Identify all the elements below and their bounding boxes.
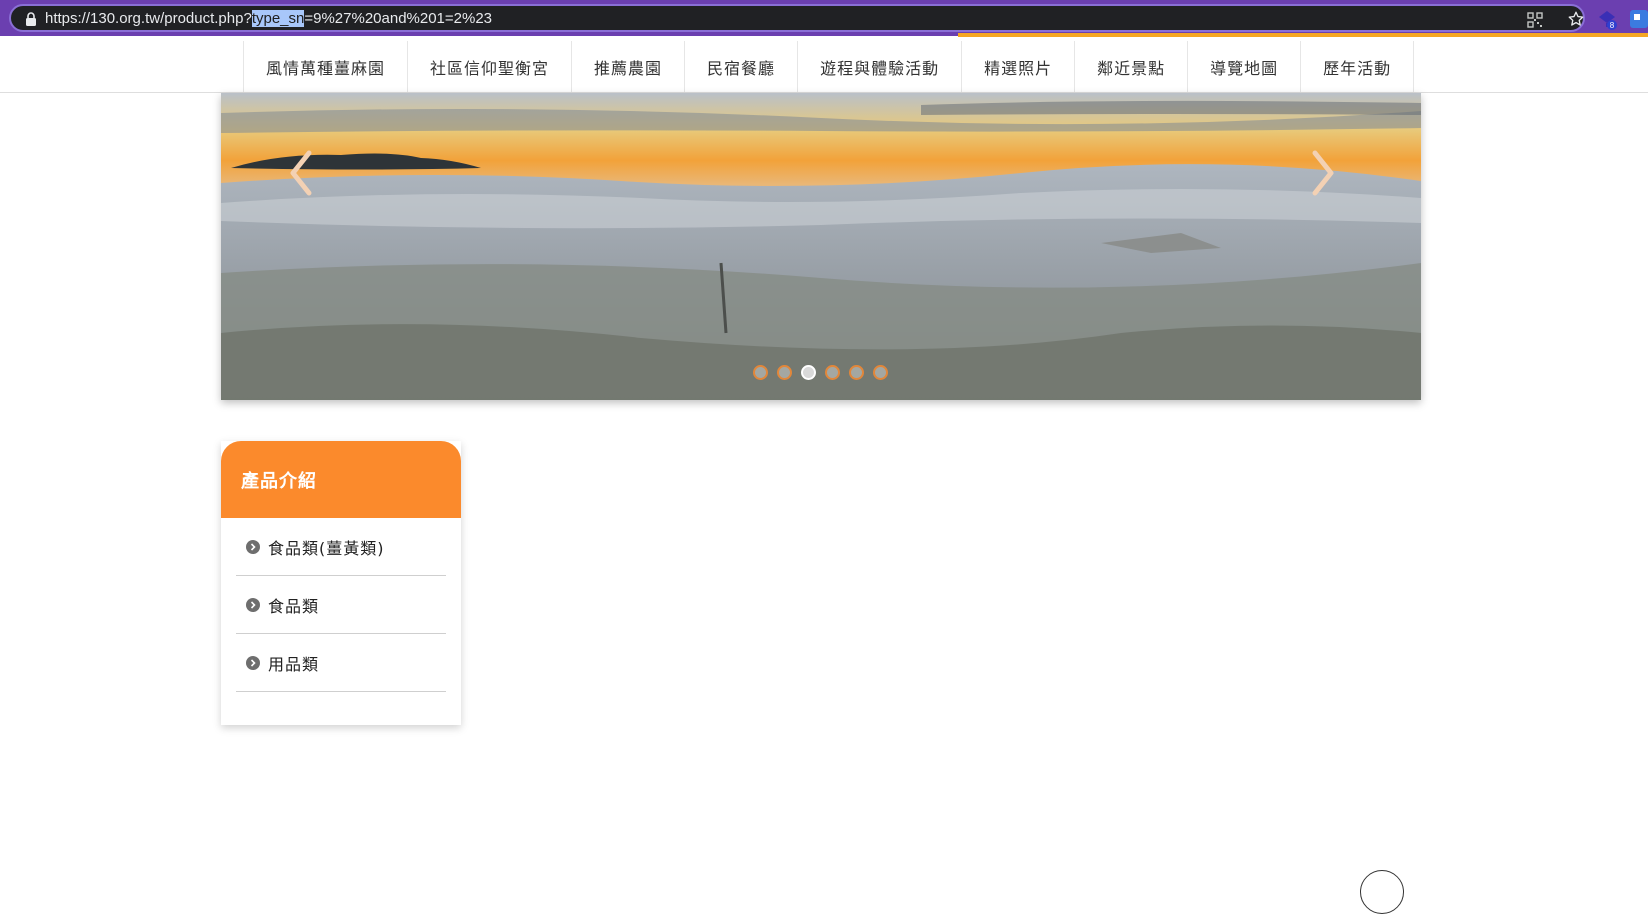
carousel-indicators: [753, 365, 888, 380]
carousel-dot[interactable]: [825, 365, 840, 380]
carousel-prev-button[interactable]: [281, 143, 321, 203]
chevron-circle-icon: [246, 597, 260, 612]
category-item-food[interactable]: 食品類: [236, 576, 446, 634]
category-label: 食品類: [268, 596, 320, 616]
category-label: 食品類(薑黃類): [268, 538, 385, 558]
nav-item-tours[interactable]: 遊程與體驗活動: [798, 41, 963, 92]
nav-item-farms[interactable]: 推薦農園: [572, 41, 686, 92]
category-item-food-turmeric[interactable]: 食品類(薑黃類): [236, 518, 446, 576]
carousel-next-button[interactable]: [1303, 143, 1343, 203]
carousel-dot[interactable]: [873, 365, 888, 380]
category-list: 食品類(薑黃類) 食品類 用品類: [221, 518, 461, 692]
carousel-dot[interactable]: [753, 365, 768, 380]
nav-item-nearby[interactable]: 鄰近景點: [1075, 41, 1189, 92]
url-text[interactable]: https://130.org.tw/product.php?type_sn=9…: [45, 10, 492, 28]
nav-item-label: 遊程與體驗活動: [820, 58, 940, 78]
scroll-top-button[interactable]: [1360, 870, 1404, 914]
category-item-supplies[interactable]: 用品類: [236, 634, 446, 692]
nav-item-label: 民宿餐廳: [707, 58, 776, 78]
nav-item-label: 鄰近景點: [1097, 58, 1166, 78]
browser-toolbar: https://130.org.tw/product.php?type_sn=9…: [0, 0, 1648, 37]
nav-item-events[interactable]: 歷年活動: [1301, 41, 1415, 92]
page-load-progress: [958, 33, 1648, 37]
carousel-dot[interactable]: [777, 365, 792, 380]
nav-item-label: 風情萬種薑麻園: [266, 58, 386, 78]
nav-menu: 風情萬種薑麻園 社區信仰聖衡宮 推薦農園 民宿餐廳 遊程與體驗活動 精選照片 鄰…: [243, 41, 1415, 92]
chevron-circle-icon: [246, 539, 260, 554]
nav-item-temple[interactable]: 社區信仰聖衡宮: [408, 41, 573, 92]
url-selection: type_sn: [251, 10, 305, 27]
nav-item-lodging[interactable]: 民宿餐廳: [685, 41, 799, 92]
nav-item-label: 歷年活動: [1323, 58, 1392, 78]
nav-item-label: 精選照片: [984, 58, 1053, 78]
address-bar[interactable]: https://130.org.tw/product.php?type_sn=9…: [9, 4, 1585, 32]
carousel-dot-active[interactable]: [801, 365, 816, 380]
nav-item-label: 推薦農園: [594, 58, 663, 78]
extension-badge: 8: [1610, 21, 1615, 30]
carousel-dot[interactable]: [849, 365, 864, 380]
nav-item-photos[interactable]: 精選照片: [962, 41, 1076, 92]
bookmark-star-icon[interactable]: [1567, 10, 1585, 28]
url-suffix: =9%27%20and%201=2%23: [304, 10, 493, 27]
category-label: 用品類: [268, 654, 320, 674]
sidebar-title: 產品介紹: [241, 470, 317, 492]
banner-image: [221, 93, 1421, 400]
lock-icon[interactable]: [25, 12, 37, 26]
banner-carousel: [221, 93, 1421, 400]
extension-icon[interactable]: 8: [1596, 8, 1618, 30]
nav-item-label: 導覽地圖: [1210, 58, 1279, 78]
qr-code-icon[interactable]: [1527, 12, 1543, 28]
chevron-circle-icon: [246, 655, 260, 670]
nav-item-map[interactable]: 導覽地圖: [1188, 41, 1302, 92]
url-prefix: https://130.org.tw/product.php?: [45, 10, 252, 27]
nav-item-scenery[interactable]: 風情萬種薑麻園: [244, 41, 409, 92]
site-navigation: 風情萬種薑麻園 社區信仰聖衡宮 推薦農園 民宿餐廳 遊程與體驗活動 精選照片 鄰…: [0, 41, 1648, 93]
product-category-sidebar: 產品介紹 食品類(薑黃類) 食品類 用品類: [221, 441, 461, 725]
translate-extension-icon[interactable]: [1628, 8, 1648, 30]
sidebar-header: 產品介紹: [221, 441, 461, 518]
nav-item-label: 社區信仰聖衡宮: [430, 58, 550, 78]
